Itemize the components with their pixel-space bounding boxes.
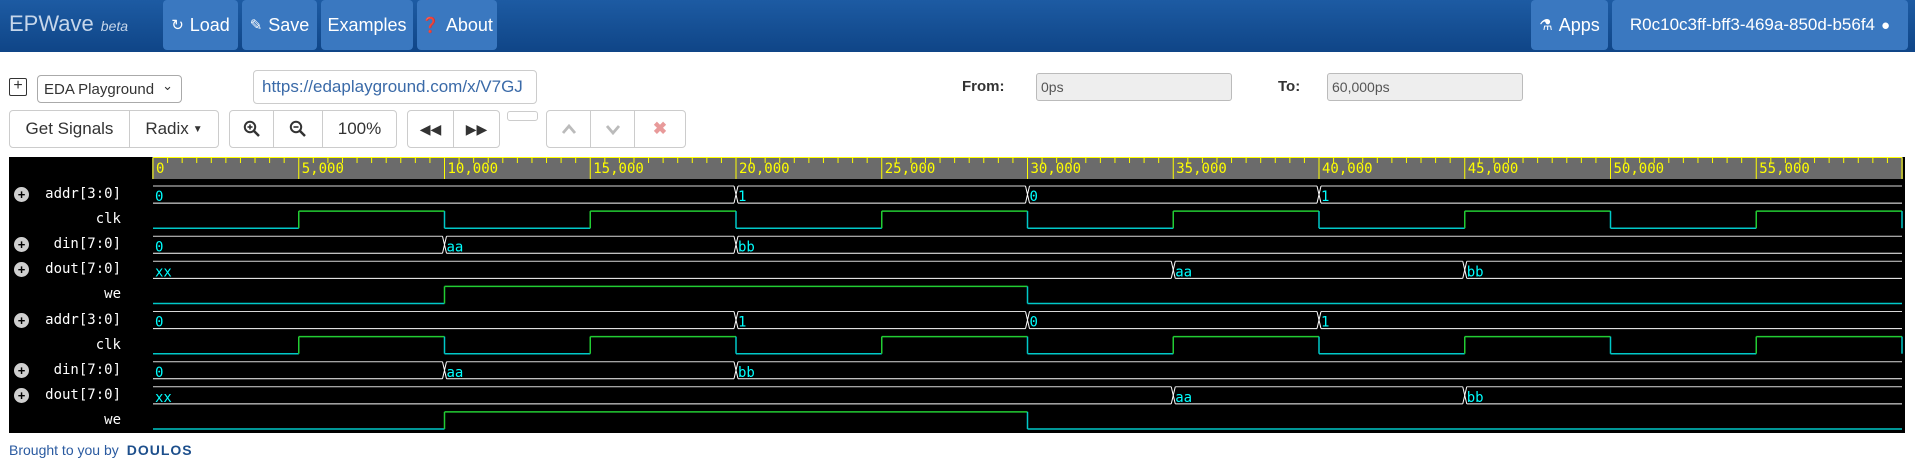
scroll-right-button[interactable]: ▶▶ — [453, 110, 500, 148]
user-menu-button[interactable]: R0c10c3ff-bff3-469a-850d-b56f4 ● — [1612, 0, 1908, 50]
url-field[interactable]: https://edaplayground.com/x/V7GJ — [253, 70, 537, 104]
waveform-canvas[interactable]: 0 5,000 10,000 15,000 20,000 25,000 30,000 35,0… — [9, 157, 1905, 433]
apps-button[interactable]: ⚗ Apps — [1531, 0, 1608, 50]
add-signal-icon[interactable]: + — [9, 78, 27, 96]
fast-backward-icon: ◀◀ — [419, 120, 442, 137]
scroll-left-button[interactable]: ◀◀ — [407, 110, 454, 148]
load-button[interactable]: ↻ Load — [163, 0, 238, 50]
waveform-panel: + addr[3:0] clk + din[7:0] + dout[7:0] we + addr[… — [9, 157, 1905, 433]
save-label: Save — [268, 14, 310, 35]
ruler-tick-label: 25,000 — [885, 161, 936, 177]
fast-forward-icon: ▶▶ — [465, 120, 488, 137]
footer: Brought to you by DOULOS — [9, 442, 193, 458]
pencil-icon: ✎ — [249, 16, 263, 34]
from-label: From: — [962, 78, 1005, 95]
ruler-tick-label: 35,000 — [1176, 161, 1227, 177]
beta-label: beta — [100, 18, 129, 34]
cursor-indicator — [507, 111, 538, 121]
move-up-button[interactable] — [546, 110, 591, 148]
source-select[interactable]: EDA Playground ⌄ — [37, 75, 182, 103]
ruler-tick-label: 10,000 — [448, 161, 499, 177]
bus-value-label: xx — [155, 264, 172, 280]
flask-icon: ⚗ — [1539, 16, 1553, 34]
remove-signal-button[interactable]: ✖ — [634, 110, 686, 148]
bus-value-label: 1 — [738, 315, 746, 331]
question-circle-icon: ❓ — [421, 16, 440, 34]
bus-value-label: 1 — [1321, 189, 1329, 205]
ruler-tick-label: 40,000 — [1322, 161, 1373, 177]
bus-value-label: aa — [447, 239, 464, 255]
bus-value-label: aa — [1175, 264, 1192, 280]
footer-text: Brought to you by — [9, 442, 119, 458]
ruler-tick-label: 0 — [156, 161, 164, 177]
from-input[interactable]: 0ps — [1036, 73, 1232, 101]
close-icon: ✖ — [652, 119, 668, 138]
user-id-label: R0c10c3ff-bff3-469a-850d-b56f4 — [1629, 15, 1876, 34]
get-signals-button[interactable]: Get Signals — [9, 110, 130, 148]
bus-value-label: 1 — [738, 189, 746, 205]
zoom-out-icon — [289, 120, 306, 137]
source-select-value: EDA Playground — [44, 81, 155, 98]
ruler-tick-label: 5,000 — [302, 161, 344, 177]
zoom-level-button[interactable]: 100% — [322, 110, 397, 148]
bus-value-label: xx — [155, 390, 172, 406]
examples-button[interactable]: Examples — [321, 0, 413, 50]
about-label: About — [445, 14, 493, 35]
load-label: Load — [189, 14, 230, 35]
navbar: EPWave beta ↻ Load ✎ Save Examples ❓ About ⚗… — [0, 0, 1915, 52]
ruler-tick-label: 45,000 — [1468, 161, 1519, 177]
chevron-up-icon — [561, 123, 576, 134]
bus-value-label: 0 — [1030, 315, 1038, 331]
move-down-button[interactable] — [590, 110, 635, 148]
to-input[interactable]: 60,000ps — [1327, 73, 1523, 101]
user-icon: ● — [1881, 16, 1891, 34]
bus-value-label: 0 — [155, 315, 163, 331]
examples-label: Examples — [327, 14, 407, 35]
brand[interactable]: EPWave beta — [9, 11, 128, 37]
bus-value-label: 0 — [1030, 189, 1038, 205]
zoom-in-button[interactable] — [229, 110, 274, 148]
bus-value-label: bb — [1467, 264, 1484, 280]
bus-value-label: 1 — [1321, 315, 1329, 331]
bus-value-label: 0 — [155, 239, 163, 255]
bus-value-label: bb — [738, 365, 755, 381]
apps-label: Apps — [1558, 14, 1600, 35]
zoom-in-icon — [243, 120, 260, 137]
radix-label: Radix — [145, 119, 189, 138]
about-button[interactable]: ❓ About — [417, 0, 497, 50]
brand-name[interactable]: EPWave — [9, 11, 94, 36]
caret-down-icon: ▼ — [192, 123, 203, 135]
doulos-logo[interactable]: DOULOS — [127, 442, 193, 458]
ruler-tick-label: 15,000 — [593, 161, 644, 177]
ruler-tick-label: 20,000 — [739, 161, 790, 177]
ruler-tick-label: 55,000 — [1759, 161, 1810, 177]
ruler-tick-label: 30,000 — [1031, 161, 1082, 177]
bus-value-label: bb — [738, 239, 755, 255]
bus-value-label: 0 — [155, 189, 163, 205]
to-label: To: — [1278, 78, 1301, 95]
refresh-icon: ↻ — [171, 16, 184, 34]
radix-button[interactable]: Radix ▼ — [129, 110, 219, 148]
bus-value-label: aa — [447, 365, 464, 381]
zoom-out-button[interactable] — [273, 110, 323, 148]
bus-value-label: 0 — [155, 365, 163, 381]
chevron-down-icon — [605, 125, 620, 135]
bus-value-label: bb — [1467, 390, 1484, 406]
save-button[interactable]: ✎ Save — [242, 0, 317, 50]
ruler-tick-label: 50,000 — [1614, 161, 1665, 177]
bus-value-label: aa — [1175, 390, 1192, 406]
chevron-down-icon: ⌄ — [162, 78, 173, 93]
